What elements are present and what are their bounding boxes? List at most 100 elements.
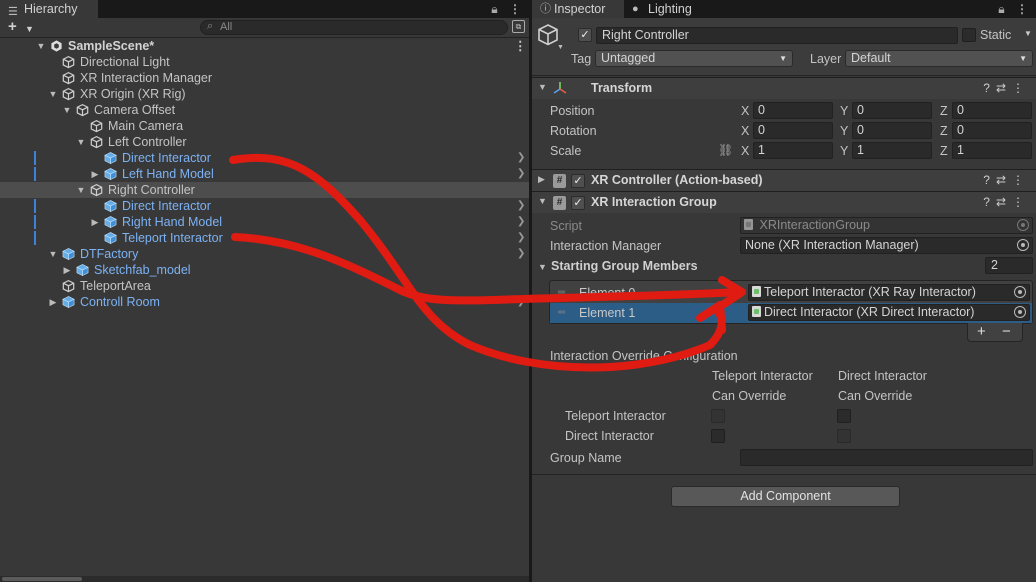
layer-dropdown[interactable]: Default ▼ [845,50,1033,67]
constrain-proportions-icon[interactable]: ⛓ [718,143,733,157]
xr-controller-header[interactable]: ▶ # ✓ XR Controller (Action-based) ?⇄⋮ [532,169,1036,191]
object-name-field[interactable]: Right Controller [596,27,958,44]
scene-visibility-icon[interactable]: ⧉ [512,20,525,33]
scale-x-field[interactable]: 1 [753,142,833,159]
override-dt-checkbox[interactable] [711,429,725,443]
hierarchy-row[interactable]: ▶ Sketchfab_model [0,262,529,278]
active-checkbox[interactable]: ✓ [578,28,592,42]
expand-down-icon[interactable]: ▼ [76,134,86,150]
position-y-field[interactable]: 0 [852,102,932,119]
expand-right-icon[interactable]: ▶ [62,262,72,278]
lock-icon[interactable]: 🔒︎ [491,2,497,16]
expand-right-icon[interactable]: ▶ [90,214,100,230]
hierarchy-row[interactable]: Teleport Interactor ❯ [0,230,529,246]
open-prefab-chevron-icon[interactable]: ❯ [517,166,525,182]
list-item[interactable]: ═ Element 0 Teleport Interactor (XR Ray … [550,283,1032,303]
xr-controller-enabled-checkbox[interactable]: ✓ [571,174,585,188]
more-menu-icon[interactable]: ⋮ [1016,2,1028,16]
add-component-button[interactable]: Add Component [671,486,900,507]
position-x-field[interactable]: 0 [753,102,833,119]
drag-handle-icon[interactable]: ═ [558,307,565,318]
foldout-right-icon[interactable]: ▶ [538,174,545,185]
hierarchy-row[interactable]: ▼ Camera Offset [0,102,529,118]
hierarchy-search-input[interactable]: ⌕ All [200,20,508,35]
foldout-down-icon[interactable]: ▼ [538,196,547,206]
hierarchy-row[interactable]: ▼ DTFactory ❯ [0,246,529,262]
hierarchy-row[interactable]: ▼ Left Controller [0,134,529,150]
tab-hierarchy[interactable]: ☰ Hierarchy [0,0,98,18]
scale-y-field[interactable]: 1 [852,142,932,159]
component-controls[interactable]: ?⇄⋮ [983,195,1030,209]
hierarchy-row[interactable]: XR Interaction Manager [0,70,529,86]
add-element-button[interactable]: + [977,323,986,340]
xr-group-header[interactable]: ▼ # ✓ XR Interaction Group ?⇄⋮ [532,191,1036,213]
scale-y-label: Y [840,144,849,158]
element-0-field[interactable]: Teleport Interactor (XR Ray Interactor) [748,284,1030,301]
scene-menu-icon[interactable]: ⋮ [514,38,527,54]
list-item[interactable]: ═ Element 1 Direct Interactor (XR Direct… [550,303,1032,323]
hierarchy-row[interactable]: ▼ SampleScene* ⋮ [0,38,529,54]
object-picker-icon[interactable] [1014,306,1026,318]
foldout-down-icon[interactable]: ▼ [538,262,547,272]
expand-right-icon[interactable]: ▶ [90,166,100,182]
more-menu-icon[interactable]: ⋮ [509,2,521,16]
create-dropdown-icon[interactable]: ▼ [25,20,34,38]
rotation-y-field[interactable]: 0 [852,122,932,139]
foldout-down-icon[interactable]: ▼ [538,82,547,92]
tab-lighting[interactable]: ● Lighting [628,0,718,18]
hierarchy-row-label: SampleScene* [68,39,155,53]
lock-icon[interactable]: 🔒︎ [998,2,1004,16]
rotation-z-field[interactable]: 0 [952,122,1032,139]
static-dropdown-icon[interactable]: ▼ [1024,29,1032,38]
hierarchy-row[interactable]: Direct Interactor ❯ [0,198,529,214]
create-plus-icon[interactable]: + [8,18,17,36]
hierarchy-row[interactable]: ▶ Left Hand Model ❯ [0,166,529,182]
hierarchy-row[interactable]: ▶ Right Hand Model ❯ [0,214,529,230]
tab-inspector[interactable]: ⓘ Inspector [532,0,624,18]
component-controls[interactable]: ?⇄⋮ [983,81,1030,95]
open-prefab-chevron-icon[interactable]: ❯ [517,198,525,214]
icon-dropdown-icon[interactable]: ▼ [557,44,564,51]
position-z-field[interactable]: 0 [952,102,1032,119]
open-prefab-chevron-icon[interactable]: ❯ [517,294,525,310]
object-picker-icon[interactable] [1014,286,1026,298]
gameobject-large-icon[interactable] [537,23,559,47]
component-controls[interactable]: ?⇄⋮ [983,173,1030,187]
expand-right-icon[interactable]: ▶ [48,294,58,310]
expand-down-icon[interactable]: ▼ [48,86,58,102]
group-name-field[interactable] [740,449,1033,466]
open-prefab-chevron-icon[interactable]: ❯ [517,230,525,246]
hierarchy-row[interactable]: Main Camera [0,118,529,134]
open-prefab-chevron-icon[interactable]: ❯ [517,150,525,166]
tag-dropdown[interactable]: Untagged ▼ [595,50,793,67]
override-td-checkbox[interactable] [837,409,851,423]
remove-element-button[interactable]: − [1002,323,1011,340]
hierarchy-row-label: TeleportArea [80,279,151,293]
element-1-field[interactable]: Direct Interactor (XR Direct Interactor) [748,304,1030,321]
rotation-x-field[interactable]: 0 [753,122,833,139]
open-prefab-chevron-icon[interactable]: ❯ [517,214,525,230]
expand-down-icon[interactable]: ▼ [76,182,86,198]
scale-z-field[interactable]: 1 [952,142,1032,159]
starting-members-label[interactable]: Starting Group Members [551,259,698,273]
open-prefab-chevron-icon[interactable]: ❯ [517,246,525,262]
override-dd-checkbox [837,429,851,443]
xr-group-enabled-checkbox[interactable]: ✓ [571,196,585,210]
object-picker-icon[interactable] [1017,239,1029,251]
hierarchy-scrollbar[interactable] [0,576,529,582]
drag-handle-icon[interactable]: ═ [558,287,565,298]
hierarchy-row[interactable]: TeleportArea [0,278,529,294]
hierarchy-row[interactable]: ▶ Controll Room ❯ [0,294,529,310]
expand-down-icon[interactable]: ▼ [62,102,72,118]
interaction-manager-field[interactable]: None (XR Interaction Manager) [740,237,1033,254]
static-checkbox[interactable] [962,28,976,42]
hierarchy-row[interactable]: ▼ Right Controller [0,182,529,198]
transform-header[interactable]: ▼ Transform ?⇄⋮ [532,77,1036,99]
hierarchy-row[interactable]: Direct Interactor ❯ [0,150,529,166]
hierarchy-row[interactable]: Directional Light [0,54,529,70]
expand-down-icon[interactable]: ▼ [36,38,46,54]
override-tt-checkbox [711,409,725,423]
members-count-field[interactable]: 2 [985,257,1033,274]
hierarchy-row[interactable]: ▼ XR Origin (XR Rig) [0,86,529,102]
expand-down-icon[interactable]: ▼ [48,246,58,262]
